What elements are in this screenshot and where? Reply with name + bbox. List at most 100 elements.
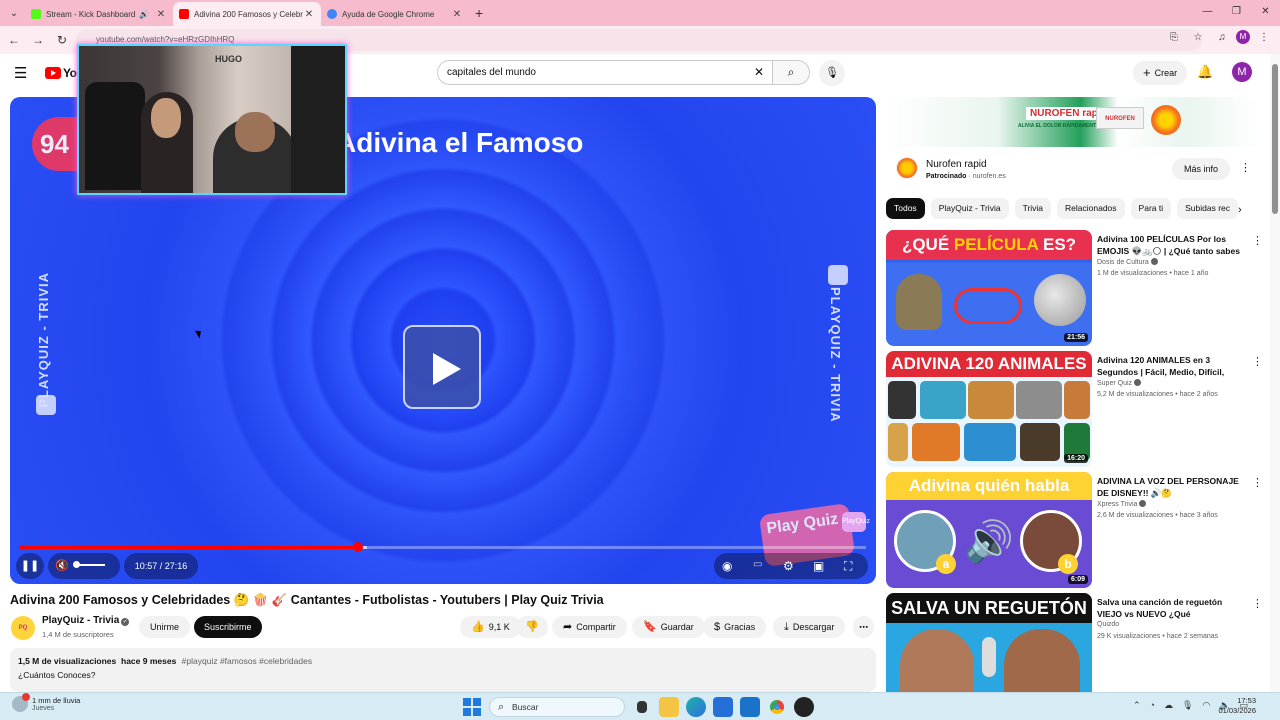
tray-onedrive-icon[interactable]: ☁ bbox=[1164, 700, 1173, 711]
video-thumbnail[interactable]: ¿QUÉ PELÍCULA ES? 21:56 bbox=[886, 230, 1092, 346]
outlook-icon[interactable] bbox=[740, 697, 760, 717]
chip-todos[interactable]: Todos bbox=[886, 198, 925, 219]
description-box[interactable]: 1,5 M de visualizaciones hace 9 meses #p… bbox=[10, 648, 876, 692]
weather-widget[interactable]: 1 mm de lluvia Jueves bbox=[12, 693, 80, 712]
chip-trivia[interactable]: Trivia bbox=[1014, 198, 1052, 219]
recommendation-menu-icon[interactable]: ⋮ bbox=[1252, 476, 1263, 489]
settings-gear-icon[interactable]: ⚙ bbox=[783, 559, 794, 573]
recommendation-channel[interactable]: Dosis de Cultura bbox=[1097, 258, 1158, 266]
channel-name[interactable]: PlayQuiz - Trivia bbox=[42, 615, 119, 626]
chrome-browser-icon[interactable] bbox=[767, 697, 787, 717]
ad-menu-icon[interactable]: ⋮ bbox=[1240, 161, 1251, 174]
speaker-icon[interactable]: 🔊 bbox=[139, 10, 149, 19]
more-info-button[interactable]: Más info bbox=[1172, 158, 1231, 180]
fullscreen-icon[interactable]: ⛶ bbox=[844, 559, 852, 574]
account-avatar[interactable]: M bbox=[1232, 62, 1252, 82]
tab-chrome-help[interactable]: Ayuda de Google Chrome ✕ bbox=[321, 2, 469, 26]
hashtags[interactable]: #playquiz #famosos #celebridades bbox=[182, 656, 312, 666]
tray-chevron-icon[interactable]: ⌃ bbox=[1133, 700, 1141, 711]
ad-banner[interactable]: NUROFEN rapid ALIVIA EL DOLOR RÁPIDAMENT… bbox=[886, 97, 1260, 147]
recommendation-item[interactable]: ¿QUÉ PELÍCULA ES? 21:56 Adivina 100 PELÍ… bbox=[886, 230, 1263, 346]
chip-playquiz[interactable]: PlayQuiz - Trivia bbox=[930, 198, 1009, 219]
menu-icon[interactable]: ☰ bbox=[14, 64, 27, 82]
thanks-button[interactable]: $ Gracias bbox=[703, 616, 767, 638]
chip-para-ti[interactable]: Para ti bbox=[1130, 198, 1172, 219]
recommendation-menu-icon[interactable]: ⋮ bbox=[1252, 234, 1263, 247]
like-button[interactable]: 👍 9,1 K bbox=[460, 616, 521, 638]
tray-app-icon[interactable]: ◔ bbox=[1150, 700, 1155, 711]
channel-name-row[interactable]: PlayQuiz - Trivia ✓ bbox=[42, 615, 130, 626]
bookmark-star-icon[interactable]: ☆ bbox=[1188, 32, 1208, 43]
taskbar-search-input[interactable]: Buscar bbox=[489, 697, 625, 717]
voice-search-icon[interactable]: 🎙 bbox=[819, 60, 845, 86]
muted-speaker-icon[interactable]: 🔇 bbox=[55, 560, 69, 572]
autoplay-toggle-icon[interactable]: ◉ bbox=[722, 559, 732, 573]
center-play-icon[interactable] bbox=[403, 325, 481, 409]
miniplayer-icon[interactable]: ▣ bbox=[813, 559, 824, 573]
scrollbar-thumb[interactable] bbox=[1272, 64, 1278, 214]
create-button[interactable]: + Crear bbox=[1133, 61, 1188, 85]
channel-avatar[interactable]: PQ bbox=[11, 616, 35, 640]
advertiser-name[interactable]: Nurofen rapid bbox=[926, 159, 987, 170]
share-button[interactable]: ➦ Compartir bbox=[552, 616, 627, 638]
forward-icon[interactable]: → bbox=[26, 33, 50, 47]
reload-icon[interactable]: ↻ bbox=[50, 33, 74, 47]
file-explorer-icon[interactable] bbox=[659, 697, 679, 717]
restore-icon[interactable]: ❐ bbox=[1222, 0, 1251, 26]
notifications-bell-icon[interactable]: 🔔 bbox=[1197, 64, 1213, 80]
close-window-icon[interactable]: ✕ bbox=[1251, 0, 1280, 26]
wifi-icon[interactable]: ◠ bbox=[1202, 700, 1210, 711]
video-thumbnail[interactable]: SALVA UN REGUETÓN bbox=[886, 593, 1092, 692]
recommendation-item[interactable]: Adivina quién habla a 🔊 b 6:09 ADIVINA L… bbox=[886, 472, 1263, 588]
seek-bar[interactable] bbox=[20, 542, 866, 552]
pause-button[interactable]: ❚❚ bbox=[16, 553, 44, 579]
recommendation-title[interactable]: ADIVINA LA VOZ DEL PERSONAJE DE DISNEY!!… bbox=[1097, 475, 1247, 499]
system-clock[interactable]: 17:53 01/03/2026 bbox=[1218, 696, 1256, 716]
video-thumbnail[interactable]: Adivina quién habla a 🔊 b 6:09 bbox=[886, 472, 1092, 588]
tab-youtube-video[interactable]: Adivina 200 Famosos y Celebridades ✕ bbox=[173, 2, 321, 26]
recommendation-title[interactable]: Salva una canción de reguetón VIEJO vs N… bbox=[1097, 596, 1247, 620]
recommendation-title[interactable]: Adivina 120 ANIMALES en 3 Segundos | Fác… bbox=[1097, 354, 1247, 378]
recommendation-channel[interactable]: Quizdo bbox=[1097, 621, 1119, 628]
back-icon[interactable]: ← bbox=[2, 33, 26, 47]
obs-studio-icon[interactable] bbox=[794, 697, 814, 717]
recommendation-item[interactable]: SALVA UN REGUETÓN Salva una canción de r… bbox=[886, 593, 1260, 692]
recommendation-menu-icon[interactable]: ⋮ bbox=[1252, 355, 1263, 368]
close-tab-icon[interactable]: ✕ bbox=[451, 9, 463, 20]
subscribe-button[interactable]: Suscribirme bbox=[194, 616, 262, 638]
chrome-menu-icon[interactable]: ⋮ bbox=[1254, 32, 1274, 43]
microsoft-store-icon[interactable] bbox=[713, 697, 733, 717]
chevron-right-icon[interactable]: › bbox=[1238, 204, 1242, 216]
new-tab-icon[interactable]: + bbox=[475, 5, 483, 21]
chip-subidas-recientes[interactable]: Subidas rec bbox=[1177, 198, 1239, 219]
volume-slider[interactable] bbox=[72, 561, 105, 568]
close-tab-icon[interactable]: ✕ bbox=[303, 9, 315, 20]
recommendation-title[interactable]: Adivina 100 PELÍCULAS Por los EMOJIS 👽🚲🌕… bbox=[1097, 233, 1247, 257]
clear-search-icon[interactable]: ✕ bbox=[754, 61, 764, 84]
page-scrollbar[interactable] bbox=[1270, 54, 1280, 692]
save-button[interactable]: 🔖 Guardar bbox=[632, 616, 705, 638]
microphone-tray-icon[interactable]: 🎙 bbox=[1182, 700, 1193, 711]
search-input[interactable]: capitales del mundo ✕ bbox=[437, 60, 773, 85]
recommendation-channel[interactable]: Super Quiz bbox=[1097, 379, 1142, 387]
video-thumbnail[interactable]: ADIVINA 120 ANIMALES 16:20 bbox=[886, 351, 1092, 467]
chip-relacionados[interactable]: Relacionados bbox=[1057, 198, 1125, 219]
task-view-icon[interactable] bbox=[637, 701, 647, 713]
minimize-icon[interactable]: — bbox=[1193, 0, 1222, 26]
subtitles-icon[interactable]: ▭ bbox=[753, 559, 762, 570]
more-actions-button[interactable]: ⋯ bbox=[853, 616, 874, 638]
search-button[interactable]: ⌕ bbox=[772, 60, 810, 85]
recommendation-menu-icon[interactable]: ⋮ bbox=[1252, 597, 1260, 610]
download-button[interactable]: ⤓ Descargar bbox=[773, 616, 846, 638]
dislike-button[interactable]: 👎 bbox=[516, 616, 548, 638]
windows-start-icon[interactable] bbox=[462, 697, 482, 717]
recommendation-channel[interactable]: Xpress Trivia bbox=[1097, 500, 1147, 508]
close-tab-icon[interactable]: ✕ bbox=[155, 9, 167, 20]
tab-kick-dashboard[interactable]: Stream - Kick Dashboard 🔊 ✕ bbox=[25, 2, 173, 26]
install-app-icon[interactable]: ⎘ bbox=[1164, 32, 1184, 43]
tab-search-icon[interactable]: ⌄ bbox=[3, 2, 25, 24]
recommendation-item[interactable]: ADIVINA 120 ANIMALES 16:20 Adivina 120 A… bbox=[886, 351, 1263, 467]
volume-control[interactable]: 🔇 bbox=[48, 553, 120, 579]
join-button[interactable]: Unirme bbox=[139, 616, 191, 638]
profile-avatar[interactable]: M bbox=[1236, 30, 1250, 44]
